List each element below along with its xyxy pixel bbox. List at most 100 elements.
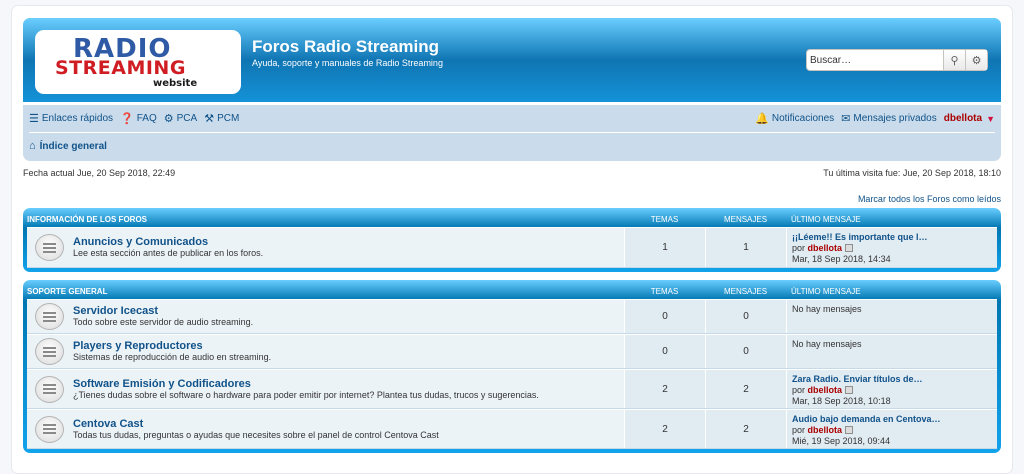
quick-links-label: Enlaces rápidos <box>41 113 114 124</box>
topics-count: 0 <box>624 335 705 368</box>
last-post-author[interactable]: dbellota <box>808 385 843 395</box>
posts-count: 2 <box>705 370 786 408</box>
posts-count: 2 <box>705 410 786 448</box>
forum-name[interactable]: Centova Cast <box>73 418 439 430</box>
forum-name[interactable]: Software Emisión y Codificadores <box>73 378 539 390</box>
search-button[interactable]: ⚲ <box>943 50 965 70</box>
advanced-search-button[interactable]: ⚙ <box>965 50 987 70</box>
category-block: SOPORTE GENERAL TEMAS MENSAJES ÚLTIMO ME… <box>23 280 1001 453</box>
breadcrumb-index-link[interactable]: Índice general <box>40 141 107 152</box>
forum-read-icon <box>35 375 64 403</box>
forum-description: Sistemas de reproducción de audio en str… <box>73 352 272 362</box>
pca-label: PCA <box>176 113 198 124</box>
private-messages-label: Mensajes privados <box>853 113 937 124</box>
last-post-title[interactable]: Audio bajo demanda en Centova… <box>792 414 941 425</box>
topics-count: 1 <box>624 228 705 267</box>
forum-read-icon <box>35 303 64 330</box>
pcm-link[interactable]: ⚒ PCM <box>204 112 239 125</box>
col-topics: TEMAS <box>650 287 679 296</box>
navbar: ☰ Enlaces rápidos ❓ FAQ ⚙ PCA ⚒ PCM 🔔 No… <box>23 105 1001 161</box>
private-messages-link[interactable]: ✉ Mensajes privados <box>841 112 937 125</box>
quick-links-menu[interactable]: ☰ Enlaces rápidos <box>29 112 113 125</box>
by-label: por <box>792 385 806 395</box>
site-description: Ayuda, soporte y manuales de Radio Strea… <box>252 58 443 68</box>
search-input[interactable] <box>807 50 943 70</box>
posts-count: 0 <box>705 335 786 368</box>
site-header: RADIO STREAMING website Foros Radio Stre… <box>23 18 1001 102</box>
view-latest-post-icon[interactable] <box>845 426 854 434</box>
topics-count: 2 <box>624 410 705 448</box>
posts-count: 1 <box>705 228 786 267</box>
last-post-author[interactable]: dbellota <box>808 243 843 253</box>
forum-description: Todas tus dudas, preguntas o ayudas que … <box>73 429 439 440</box>
site-logo[interactable]: RADIO STREAMING website <box>35 30 241 94</box>
last-post-date: Mar, 18 Sep 2018, 14:34 <box>792 254 891 264</box>
category-block: INFORMACIÓN DE LOS FOROS TEMAS MENSAJES … <box>23 208 1001 272</box>
site-title[interactable]: Foros Radio Streaming <box>252 37 439 57</box>
forum-name[interactable]: Servidor Icecast <box>73 305 253 317</box>
forum-read-icon <box>35 338 64 365</box>
faq-link[interactable]: ❓ FAQ <box>120 112 157 125</box>
faq-label: FAQ <box>136 113 157 124</box>
user-nav: 🔔 Notificaciones ✉ Mensajes privados dbe… <box>755 112 995 125</box>
category-title[interactable]: INFORMACIÓN DE LOS FOROS <box>27 215 624 224</box>
notifications-label: Notificaciones <box>771 113 835 124</box>
no-posts-text: No hay mensajes <box>792 304 862 314</box>
page-wrap: RADIO STREAMING website Foros Radio Stre… <box>11 5 1013 474</box>
nav-links-row: ☰ Enlaces rápidos ❓ FAQ ⚙ PCA ⚒ PCM 🔔 No… <box>29 105 995 133</box>
forum-name[interactable]: Anuncios y Comunicados <box>73 236 263 248</box>
last-post: No hay mensajes <box>786 300 997 333</box>
forum-read-icon <box>35 415 64 443</box>
forum-name[interactable]: Players y Reproductores <box>73 340 271 352</box>
view-latest-post-icon[interactable] <box>845 244 854 252</box>
forum-read-icon <box>35 234 64 261</box>
category-header: SOPORTE GENERAL TEMAS MENSAJES ÚLTIMO ME… <box>27 284 997 299</box>
col-posts: MENSAJES <box>723 215 768 224</box>
last-post: ¡¡Léeme!! Es importante que l… por dbell… <box>786 228 997 267</box>
by-label: por <box>792 425 806 435</box>
username: dbellota <box>943 113 983 124</box>
col-topics: TEMAS <box>650 215 679 224</box>
date-info: Fecha actual Jue, 20 Sep 2018, 22:49 Tu … <box>23 168 1001 178</box>
topics-count: 0 <box>624 300 705 333</box>
last-post: Zara Radio. Enviar títulos de… por dbell… <box>786 370 997 408</box>
forum-row: Players y Reproductores Sistemas de repr… <box>27 334 997 369</box>
inbox-icon: ✉ <box>841 113 851 125</box>
mark-forums-read-link[interactable]: Marcar todos los Foros como leídos <box>23 194 1001 204</box>
search-icon: ⚲ <box>950 53 959 67</box>
breadcrumb: ⌂ Índice general <box>29 133 995 159</box>
forum-row: Centova Cast Todas tus dudas, preguntas … <box>27 409 997 449</box>
pcm-label: PCM <box>217 113 240 124</box>
forum-row: Software Emisión y Codificadores ¿Tienes… <box>27 369 997 409</box>
notifications-link[interactable]: 🔔 Notificaciones <box>755 112 834 125</box>
user-menu[interactable]: dbellota ▼ <box>944 113 995 124</box>
forum-description: Lee esta sección antes de publicar en lo… <box>73 248 264 258</box>
gear-icon: ⚙ <box>971 53 982 67</box>
search-box: ⚲ ⚙ <box>806 49 988 71</box>
gavel-icon: ⚒ <box>204 113 215 125</box>
question-icon: ❓ <box>120 113 134 125</box>
last-post: No hay mensajes <box>786 335 997 368</box>
col-last-post: ÚLTIMO MENSAJE <box>791 287 861 296</box>
forum-description: Todo sobre este servidor de audio stream… <box>73 317 254 327</box>
last-post-title[interactable]: ¡¡Léeme!! Es importante que l… <box>792 232 928 243</box>
forum-row: Anuncios y Comunicados Lee esta sección … <box>27 227 997 268</box>
col-posts: MENSAJES <box>723 287 768 296</box>
last-post-title[interactable]: Zara Radio. Enviar títulos de… <box>792 374 923 385</box>
logo-text-streaming: STREAMING <box>55 57 186 79</box>
category-title[interactable]: SOPORTE GENERAL <box>27 287 624 296</box>
last-visit: Tu última visita fue: Jue, 20 Sep 2018, … <box>823 168 1001 178</box>
bell-icon: 🔔 <box>755 113 769 125</box>
last-post-author[interactable]: dbellota <box>808 425 843 435</box>
category-header: INFORMACIÓN DE LOS FOROS TEMAS MENSAJES … <box>27 212 997 227</box>
no-posts-text: No hay mensajes <box>792 339 862 349</box>
last-post-date: Mié, 19 Sep 2018, 09:44 <box>792 436 891 446</box>
last-post-date: Mar, 18 Sep 2018, 10:18 <box>792 396 891 406</box>
pca-link[interactable]: ⚙ PCA <box>164 112 197 125</box>
caret-down-icon: ▼ <box>986 113 995 124</box>
last-post: Audio bajo demanda en Centova… por dbell… <box>786 410 997 448</box>
topics-count: 2 <box>624 370 705 408</box>
view-latest-post-icon[interactable] <box>845 386 854 394</box>
cogs-icon: ⚙ <box>163 113 174 125</box>
logo-text-website: website <box>153 78 198 89</box>
